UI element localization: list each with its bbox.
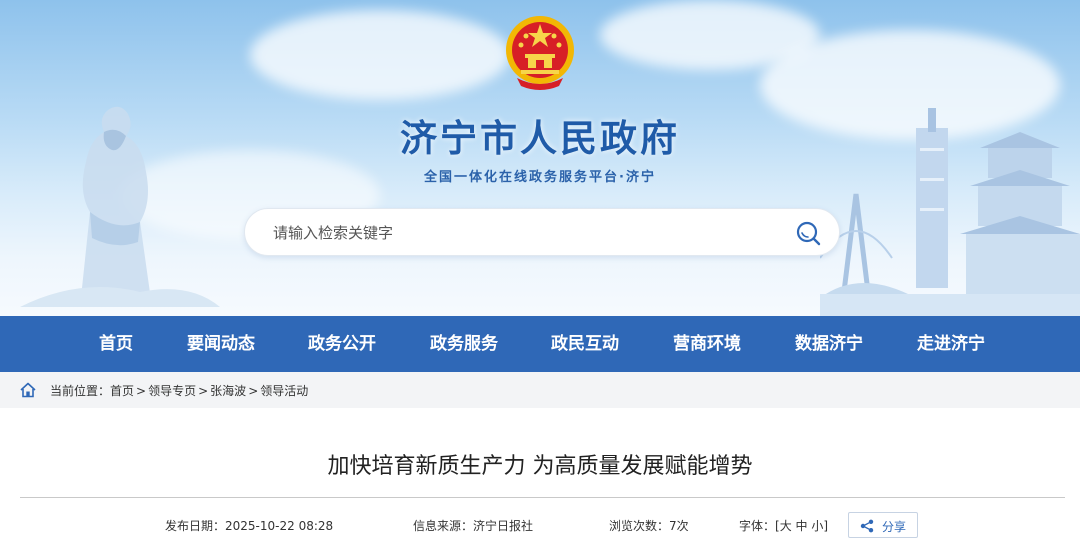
view-count-value: 7次: [669, 519, 689, 533]
font-bracket-close: ]: [823, 519, 829, 533]
font-size-medium[interactable]: 中: [796, 519, 808, 533]
info-source: 信息来源：济宁日报社: [413, 517, 533, 534]
nav-item-gov-services[interactable]: 政务服务: [403, 316, 525, 372]
info-source-value: 济宁日报社: [473, 519, 534, 533]
site-title: 济宁市人民政府: [400, 117, 680, 160]
nav-item-news[interactable]: 要闻动态: [160, 316, 282, 372]
publish-date-value: 2025-10-22 08:28: [225, 519, 334, 533]
publish-date: 发布日期：2025-10-22 08:28: [165, 517, 333, 534]
site-banner: 济宁市人民政府 全国一体化在线政务服务平台·济宁: [0, 0, 1080, 316]
breadcrumb-separator: >: [248, 384, 259, 398]
nav-item-business-env[interactable]: 营商环境: [646, 316, 768, 372]
breadcrumb-separator: >: [198, 384, 209, 398]
search-bar: [244, 208, 840, 256]
font-size-small[interactable]: 小: [811, 519, 823, 533]
nav-item-data-jining[interactable]: 数据济宁: [768, 316, 890, 372]
breadcrumb-item-activities[interactable]: 领导活动: [260, 384, 308, 398]
font-size-switcher: 字体：[大 中 小]: [739, 517, 828, 534]
main-navigation: 首页 要闻动态 政务公开 政务服务 政民互动 营商环境 数据济宁 走进济宁: [0, 316, 1080, 372]
publish-date-label: 发布日期：: [165, 519, 226, 533]
search-icon[interactable]: [795, 220, 821, 246]
title-divider: [20, 497, 1065, 498]
cloud-decoration: [250, 10, 510, 100]
share-icon: [860, 519, 874, 533]
breadcrumb-item-leaders[interactable]: 领导专页: [148, 384, 196, 398]
view-count-label: 浏览次数：: [609, 519, 670, 533]
share-label: 分享: [882, 520, 907, 534]
national-emblem-icon: [506, 16, 574, 90]
search-input[interactable]: [273, 221, 773, 245]
breadcrumb-item-home[interactable]: 首页: [110, 384, 134, 398]
info-source-label: 信息来源：: [413, 519, 474, 533]
breadcrumb-prefix: 当前位置：: [50, 384, 111, 398]
nav-item-home[interactable]: 首页: [55, 316, 177, 372]
breadcrumb-separator: >: [136, 384, 147, 398]
article-title: 加快培育新质生产力 为高质量发展赋能增势: [327, 454, 753, 479]
nav-item-gov-affairs-open[interactable]: 政务公开: [281, 316, 403, 372]
breadcrumb: 当前位置：首页 > 领导专页 > 张海波 > 领导活动: [0, 372, 1080, 408]
font-size-label: 字体：: [739, 519, 776, 533]
breadcrumb-trail: 当前位置：首页 > 领导专页 > 张海波 > 领导活动: [50, 382, 308, 399]
view-count: 浏览次数：7次: [609, 517, 689, 534]
site-subtitle: 全国一体化在线政务服务平台·济宁: [424, 170, 656, 185]
nav-item-interaction[interactable]: 政民互动: [524, 316, 646, 372]
breadcrumb-item-leader-name[interactable]: 张海波: [210, 384, 246, 398]
home-icon: [20, 382, 36, 398]
nav-item-about-jining[interactable]: 走进济宁: [890, 316, 1012, 372]
share-button[interactable]: 分享: [848, 512, 918, 538]
font-size-large[interactable]: 大: [780, 519, 792, 533]
